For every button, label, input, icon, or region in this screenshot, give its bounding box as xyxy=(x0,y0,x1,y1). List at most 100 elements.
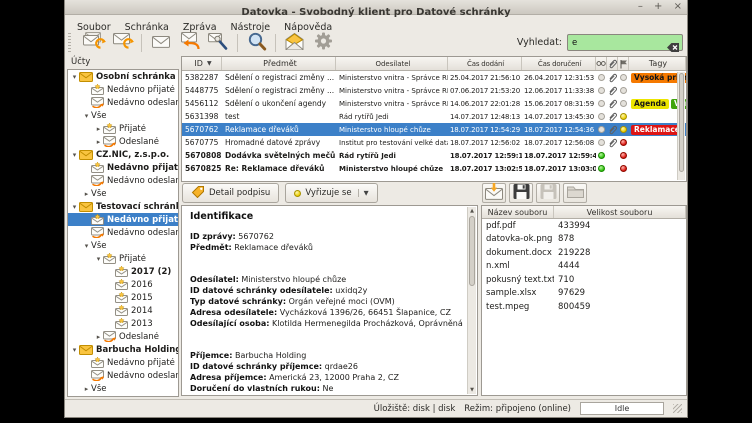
minimize-button[interactable]: – xyxy=(638,1,643,12)
collapse-arrow-icon[interactable]: ▸ xyxy=(94,125,103,133)
column-header-delivery-time[interactable]: Čas dodání xyxy=(448,57,522,70)
file-row-dokument-docx[interactable]: dokument.docx219228 xyxy=(482,246,686,260)
message-list-scrollbar[interactable] xyxy=(677,72,685,180)
account-item-barbucha-holding-a-s[interactable]: ▾Barbucha Holding, a.s. xyxy=(68,343,178,356)
account-item-nedavno-odeslane[interactable]: Nedávno odeslané xyxy=(68,226,178,239)
collapse-arrow-icon[interactable]: ▸ xyxy=(94,138,103,146)
toolbar-grip[interactable] xyxy=(68,33,71,53)
expand-arrow-icon[interactable]: ▾ xyxy=(70,73,79,81)
account-item-osobni-schranka[interactable]: ▾Osobní schránka xyxy=(68,70,178,83)
account-item-nedavno-odeslane[interactable]: Nedávno odeslané xyxy=(68,96,178,109)
expand-arrow-icon[interactable]: ▾ xyxy=(70,346,79,354)
expand-arrow-icon[interactable]: ▾ xyxy=(82,242,91,250)
file-row-n-xml[interactable]: n.xml4444 xyxy=(482,260,686,274)
account-item-vse[interactable]: ▸Vše xyxy=(68,187,178,200)
titlebar[interactable]: Datovka - Svobodný klient pro Datové sch… xyxy=(65,0,687,15)
message-row-5631398[interactable]: 5631398testŘád rytířů Jedi14.07.2017 12:… xyxy=(182,110,686,123)
file-row-test-mpeg[interactable]: test.mpeg800459 xyxy=(482,300,686,314)
account-item-prijate[interactable]: ▾Přijaté xyxy=(68,252,178,265)
account-item-label: Vše xyxy=(91,189,106,199)
account-item-nedavno-prijate[interactable]: Nedávno přijaté xyxy=(68,83,178,96)
column-header-sender[interactable]: Odesílatel xyxy=(336,57,448,70)
file-size: 878 xyxy=(554,234,686,244)
account-item-nedavno-prijate[interactable]: Nedávno přijaté xyxy=(68,356,178,369)
account-item-2015[interactable]: 2015 xyxy=(68,291,178,304)
account-item-odeslane[interactable]: ▸Odeslané xyxy=(68,330,178,343)
search-input[interactable] xyxy=(568,35,682,50)
clear-search-icon[interactable] xyxy=(666,38,680,49)
download-account-messages-button[interactable] xyxy=(108,31,137,55)
scroll-up-arrow[interactable]: ▲ xyxy=(468,207,476,215)
message-row-5670825[interactable]: 5670825Re: Reklamace dřevákůMinisterstvo… xyxy=(182,162,686,175)
column-header-flag-icon[interactable] xyxy=(618,57,629,70)
detail-field: ID datové schránky odesílatele: uxidq2y xyxy=(190,285,463,296)
read-status-icon xyxy=(596,152,607,159)
download-all-messages-button[interactable] xyxy=(79,31,108,55)
message-row-5382287[interactable]: 5382287Sdělení o registraci změny ...Min… xyxy=(182,71,686,84)
account-item-2016[interactable]: 2016 xyxy=(68,278,178,291)
account-item-2013[interactable]: 2013 xyxy=(68,317,178,330)
collapse-arrow-icon[interactable]: ▸ xyxy=(82,385,91,393)
expand-arrow-icon[interactable]: ▾ xyxy=(70,203,79,211)
process-status-button[interactable]: Vyřizuje se ▼ xyxy=(285,183,377,203)
account-item-vse[interactable]: ▾Vše xyxy=(68,109,178,122)
close-button[interactable]: × xyxy=(674,1,682,12)
account-item-cz-nic-z-s-p-o[interactable]: ▾CZ.NIC, z.s.p.o. xyxy=(68,148,178,161)
message-subject: Sdělení o ukončení agendy xyxy=(222,99,336,108)
account-item-nedavno-prijate-4[interactable]: Nedávno přijaté (4) xyxy=(68,161,178,174)
reply-message-button[interactable] xyxy=(175,31,204,55)
account-item-2017-2[interactable]: 2017 (2) xyxy=(68,265,178,278)
message-row-5670808[interactable]: 5670808Dodávka světelných mečůŘád rytířů… xyxy=(182,149,686,162)
message-row-5670762[interactable]: 5670762Reklamace dřevákůMinisterstvo hlo… xyxy=(182,123,686,136)
file-size: 800459 xyxy=(554,302,686,312)
open-attachment-button[interactable] xyxy=(482,183,506,203)
find-message-button[interactable] xyxy=(242,31,271,55)
signature-detail-button[interactable]: Detail podpisu xyxy=(182,183,279,203)
account-item-nedavno-prijate-2[interactable]: Nedávno přijaté (2) xyxy=(68,213,178,226)
file-size-column[interactable]: Velikost souboru xyxy=(554,206,686,218)
floppy-gray-icon xyxy=(539,183,558,204)
column-header-id[interactable]: ID▼ xyxy=(182,57,222,70)
column-header-acceptance-time[interactable]: Čas doručení xyxy=(522,57,596,70)
file-name: n.xml xyxy=(482,261,554,271)
account-item-prijate[interactable]: ▸Přijaté xyxy=(68,122,178,135)
column-header-subject[interactable]: Předmět xyxy=(222,57,336,70)
collapse-arrow-icon[interactable]: ▸ xyxy=(82,190,91,198)
file-row-datovka-ok-png[interactable]: datovka-ok.png878 xyxy=(482,233,686,247)
account-item-testovaci-schranka[interactable]: ▾Testovací schránka xyxy=(68,200,178,213)
message-row-5448775[interactable]: 5448775Sdělení o registraci změny ...Min… xyxy=(182,84,686,97)
expand-arrow-icon[interactable]: ▾ xyxy=(70,151,79,159)
account-item-odeslane[interactable]: ▸Odeslané xyxy=(68,135,178,148)
column-header-read-icon[interactable] xyxy=(596,57,607,70)
file-row-sample-xlsx[interactable]: sample.xlsx97629 xyxy=(482,287,686,301)
file-row-pdf-pdf[interactable]: pdf.pdf433994 xyxy=(482,219,686,233)
save-attachment-button[interactable] xyxy=(509,183,533,203)
account-item-2014[interactable]: 2014 xyxy=(68,304,178,317)
column-header-attachment-icon[interactable] xyxy=(607,57,618,70)
open-folder-button xyxy=(563,183,587,203)
account-item-nedavno-odeslane[interactable]: Nedávno odeslané xyxy=(68,369,178,382)
resize-grip[interactable] xyxy=(673,404,682,413)
expand-arrow-icon[interactable]: ▾ xyxy=(82,112,91,120)
column-header-tags[interactable]: Tagy xyxy=(629,57,686,70)
attachment-icon xyxy=(607,125,618,135)
preferences-button[interactable] xyxy=(309,31,338,55)
file-row-pokusny-text-txt[interactable]: pokusný text.txt710 xyxy=(482,273,686,287)
account-item-vse[interactable]: ▾Vše xyxy=(68,239,178,252)
message-contents-button[interactable] xyxy=(280,31,309,55)
collapse-arrow-icon[interactable]: ▸ xyxy=(94,333,103,341)
maximize-button[interactable]: + xyxy=(654,1,662,12)
scroll-down-arrow[interactable]: ▼ xyxy=(468,386,476,394)
expand-arrow-icon[interactable]: ▾ xyxy=(94,255,103,263)
account-item-vse[interactable]: ▸Vše xyxy=(68,382,178,395)
detail-field: Odesílající osoba: Klotilda Hermenegilda… xyxy=(190,318,463,329)
create-message-button[interactable] xyxy=(146,31,175,55)
inbox-icon xyxy=(115,305,128,316)
account-item-nedavno-odeslane[interactable]: Nedávno odeslané xyxy=(68,174,178,187)
message-row-5670775[interactable]: 5670775Hromadné datové zprávyInstitut pr… xyxy=(182,136,686,149)
message-row-5456112[interactable]: 5456112Sdělení o ukončení agendyMinister… xyxy=(182,97,686,110)
scroll-thumb[interactable] xyxy=(469,216,475,286)
detail-scrollbar[interactable]: ▲ ▼ xyxy=(467,207,476,394)
verify-message-button[interactable] xyxy=(204,31,233,55)
file-name-column[interactable]: Název souboru xyxy=(482,206,554,218)
